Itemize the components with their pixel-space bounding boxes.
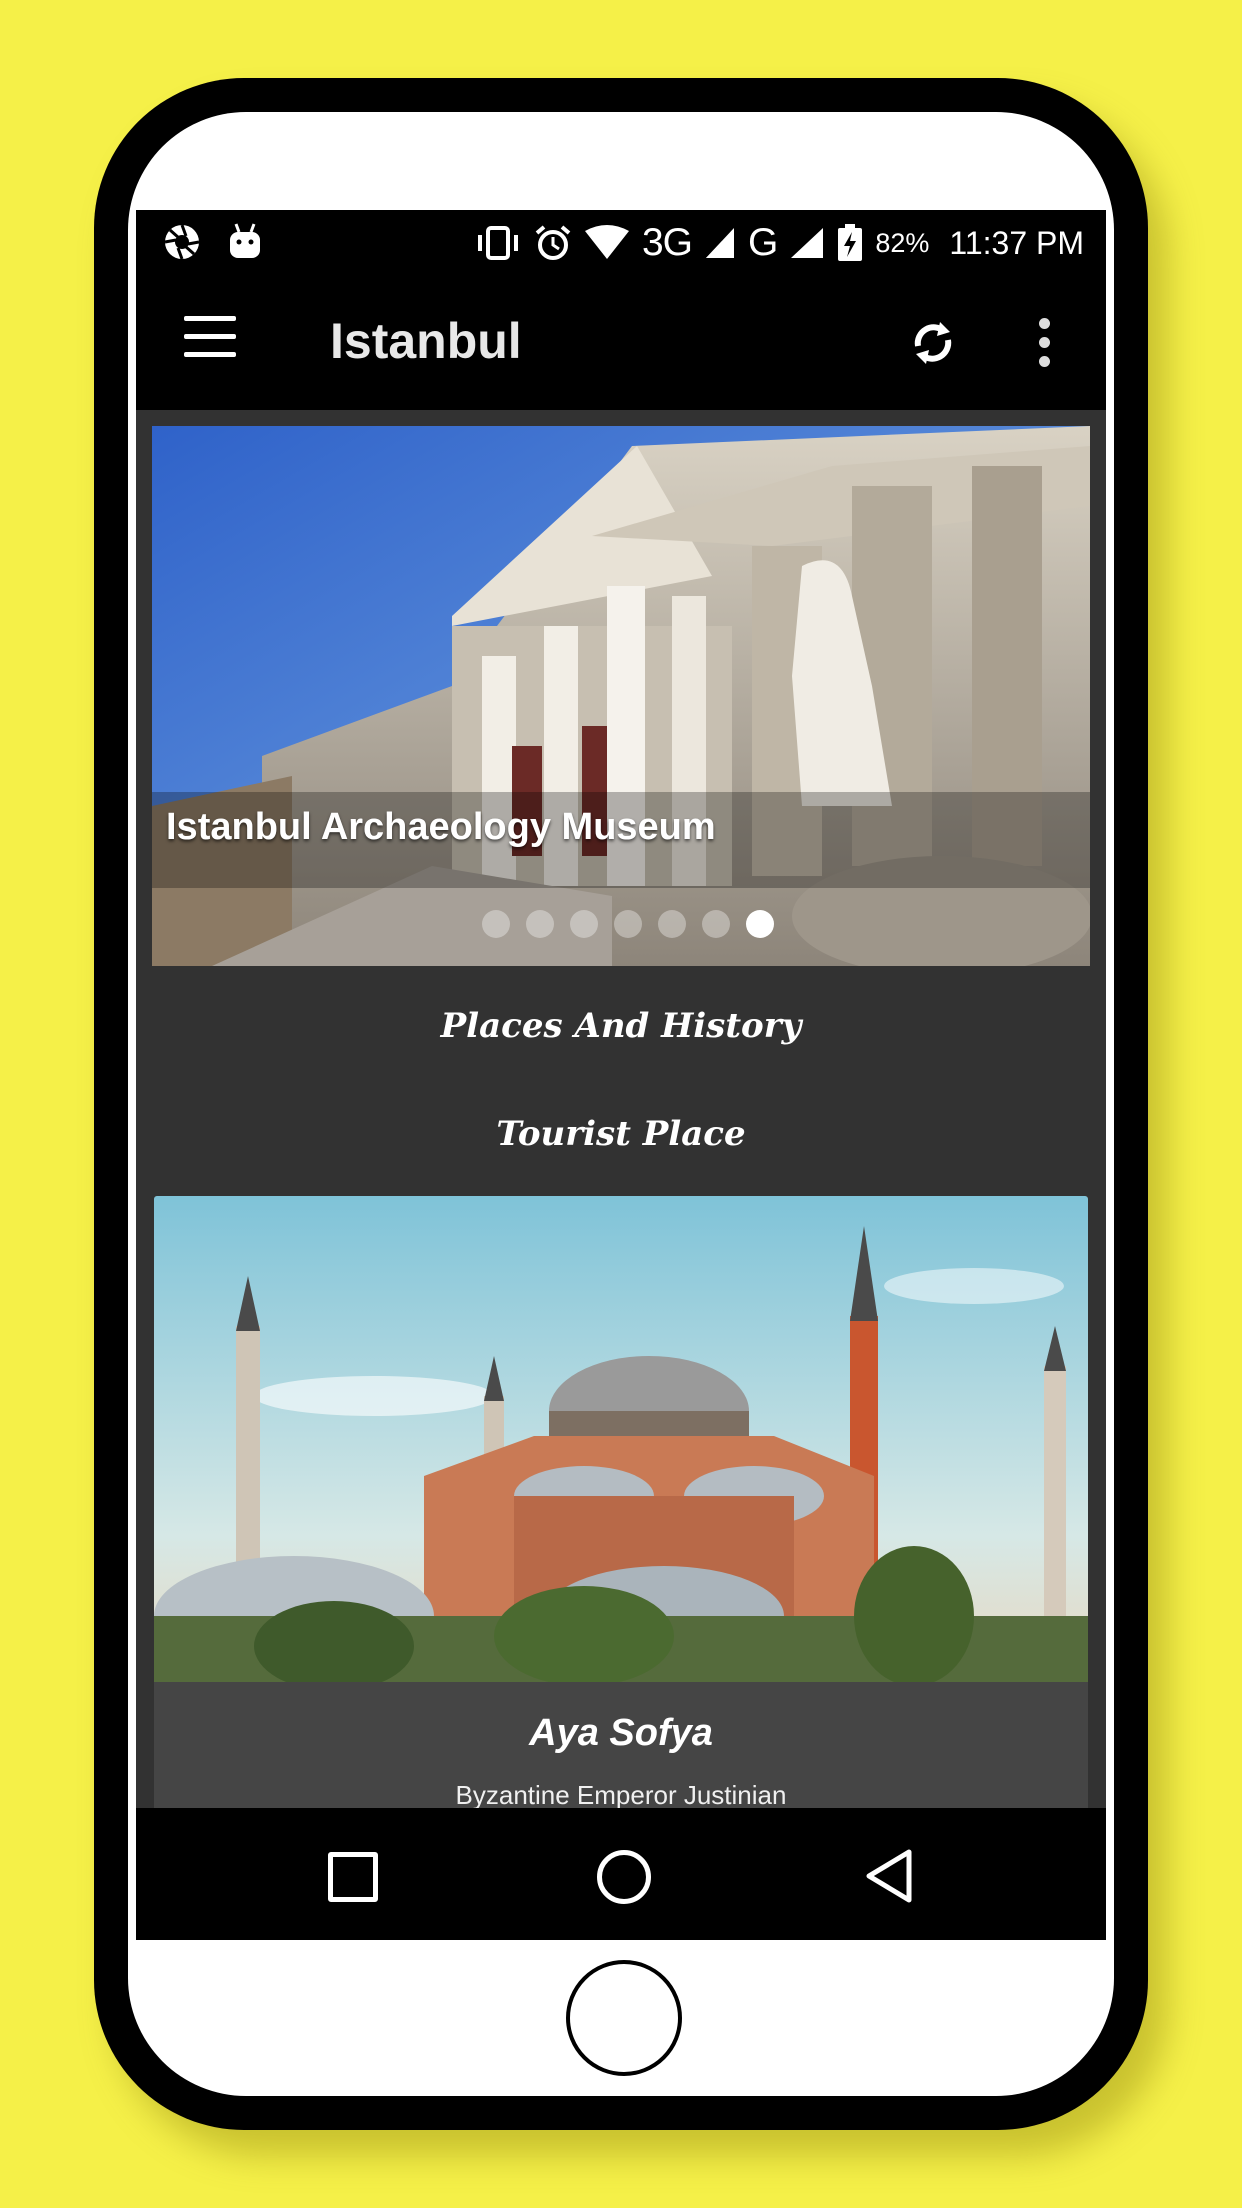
slider-dot[interactable] (614, 910, 642, 938)
aya-sofya-photo (154, 1196, 1088, 1682)
slider-dot[interactable] (702, 910, 730, 938)
network-3g-label: 3G (641, 221, 693, 264)
slider-pagination (482, 910, 774, 938)
slider-dot[interactable] (570, 910, 598, 938)
refresh-icon[interactable] (906, 316, 960, 370)
slide-caption: Istanbul Archaeology Museum (166, 806, 716, 848)
app-bar: Istanbul (136, 276, 1106, 410)
slider-dot[interactable] (482, 910, 510, 938)
wifi-icon (584, 225, 629, 259)
recents-icon[interactable] (328, 1852, 378, 1902)
back-icon[interactable] (864, 1848, 914, 1904)
android-debug-icon (230, 223, 260, 258)
clock: 11:37 PM (949, 224, 1084, 261)
screen: 3G G 82% 11:37 PM Istanbul Istanbul Arch… (136, 210, 1106, 1940)
more-vert-icon[interactable] (1039, 318, 1051, 367)
card-image (154, 1196, 1088, 1682)
slider-dot[interactable] (526, 910, 554, 938)
aperture-icon (164, 224, 200, 260)
physical-home-button[interactable] (566, 1960, 682, 2076)
battery-percentage: 82% (875, 227, 930, 258)
home-nav-icon[interactable] (597, 1850, 651, 1904)
tourist-place-heading: Tourist Place (496, 1114, 746, 1154)
card-subtitle: Byzantine Emperor Justinian (455, 1780, 787, 1810)
slider-dot[interactable] (658, 910, 686, 938)
network-g-label: G (748, 221, 778, 264)
hamburger-menu-icon[interactable] (184, 316, 236, 358)
card-title: Aya Sofya (529, 1712, 713, 1754)
battery-charging-icon (838, 224, 863, 261)
image-slider[interactable]: Istanbul Archaeology Museum (152, 426, 1090, 966)
signal-icon-1 (706, 228, 735, 258)
status-bar: 3G G 82% 11:37 PM (136, 210, 1106, 276)
vibrate-icon (477, 226, 518, 260)
signal-icon-2 (791, 228, 824, 258)
places-and-history-heading: Places And History (440, 1006, 802, 1046)
slider-dot-active[interactable] (746, 910, 774, 938)
navigation-bar (136, 1808, 1106, 1940)
page-title: Istanbul (330, 313, 522, 369)
alarm-icon (535, 225, 571, 260)
